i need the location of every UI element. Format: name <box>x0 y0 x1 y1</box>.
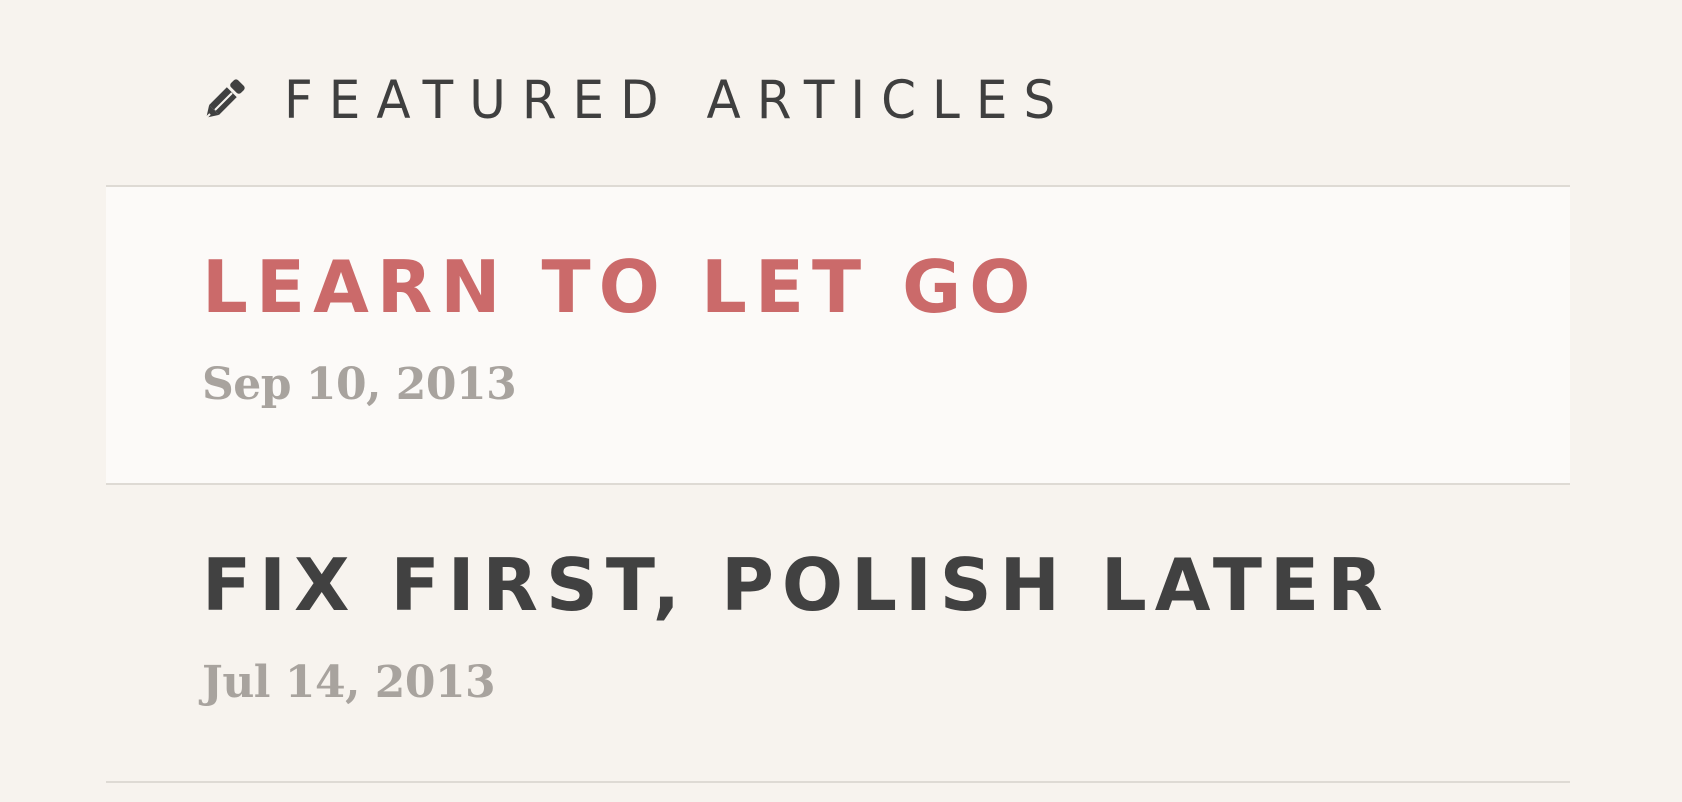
article-date: Jul 14, 2013 <box>202 657 496 708</box>
article-title-link[interactable]: LEARN TO LET GO <box>202 251 1038 323</box>
featured-articles-header: FEATURED ARTICLES <box>196 74 1071 126</box>
article-item-fix-first-polish-later[interactable]: FIX FIRST, POLISH LATER Jul 14, 2013 <box>106 485 1570 783</box>
article-title-link[interactable]: FIX FIRST, POLISH LATER <box>202 549 1391 621</box>
pencil-icon <box>205 79 245 119</box>
section-title: FEATURED ARTICLES <box>284 69 1072 131</box>
article-date: Sep 10, 2013 <box>202 359 517 410</box>
article-list: LEARN TO LET GO Sep 10, 2013 FIX FIRST, … <box>106 185 1570 783</box>
article-item-learn-to-let-go[interactable]: LEARN TO LET GO Sep 10, 2013 <box>106 187 1570 485</box>
